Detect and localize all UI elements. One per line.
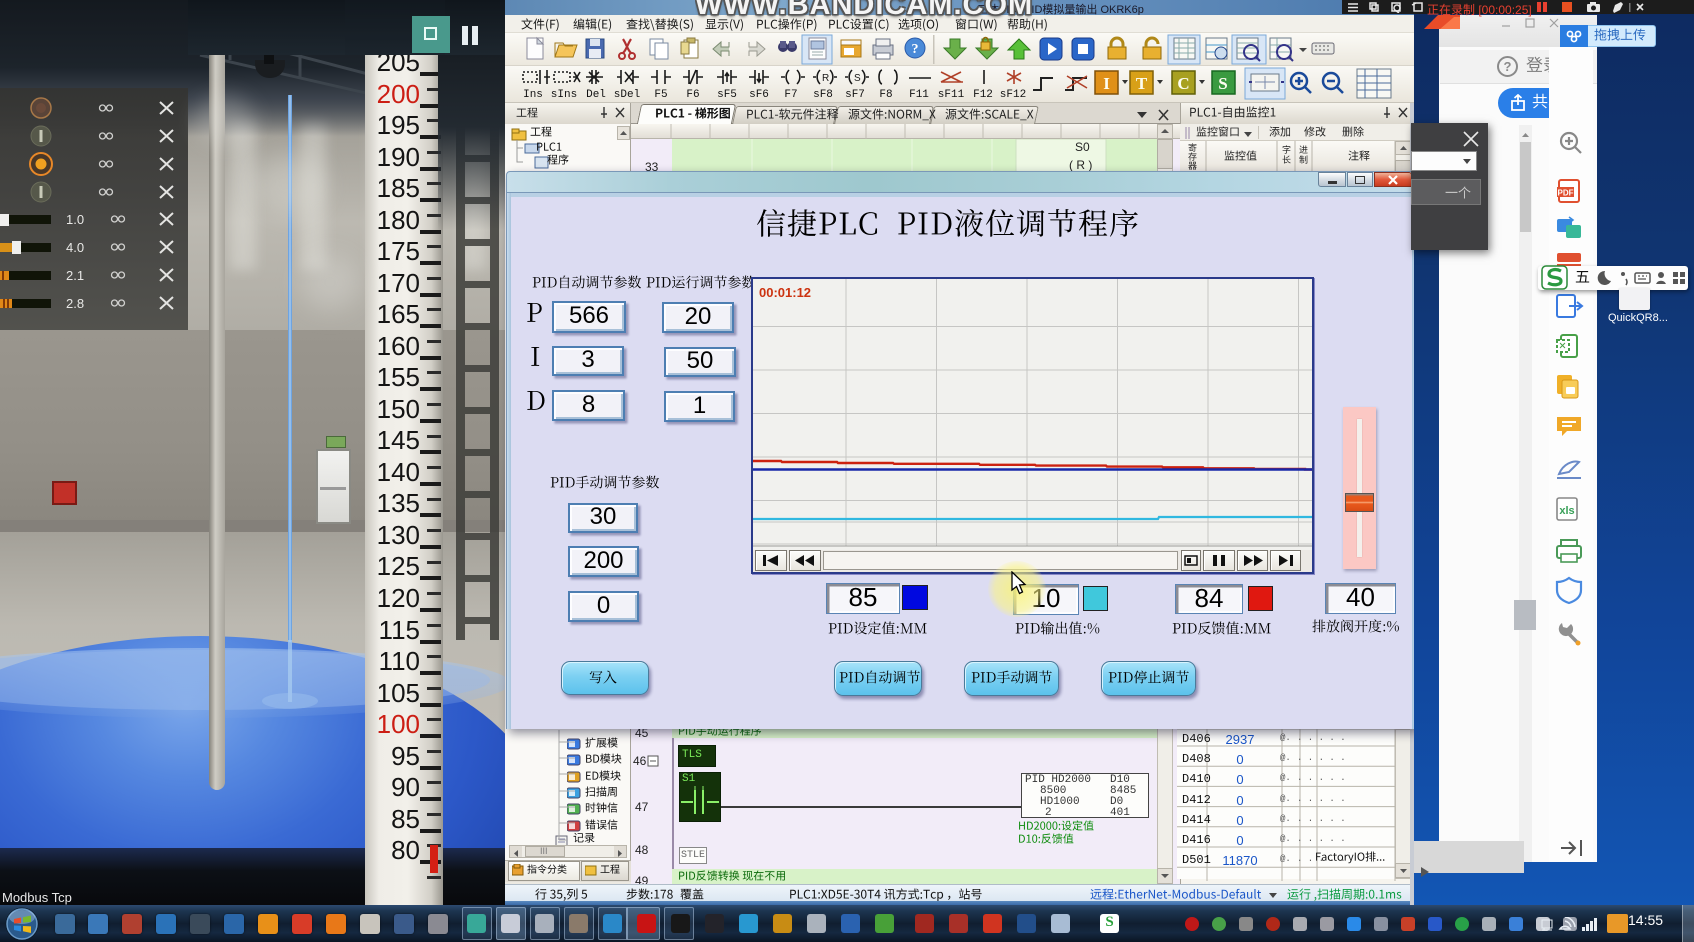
svg-text:F11: F11 [909,89,929,101]
svg-text:S: S [854,73,861,84]
svg-text:F7: F7 [784,89,797,101]
svg-text:T: T [1136,74,1148,93]
svg-text:sDel: sDel [614,89,640,101]
svg-text:?: ? [1504,59,1512,74]
svg-text:Del: Del [586,89,606,101]
svg-text:xls: xls [1559,505,1574,517]
svg-text:sIns: sIns [551,89,577,101]
svg-text:C: C [1177,74,1189,93]
svg-text:I: I [1103,74,1110,93]
svg-text:PDF: PDF [1558,189,1574,198]
svg-text:F8: F8 [879,89,892,101]
svg-text:S: S [1218,74,1227,93]
svg-text:sF12: sF12 [1000,89,1026,101]
svg-text:?: ? [912,42,919,57]
svg-text:sF11: sF11 [938,89,965,101]
svg-text:sF7: sF7 [845,89,865,101]
svg-text:F5: F5 [654,89,667,101]
svg-text:sF8: sF8 [813,89,833,101]
svg-text:F12: F12 [973,89,993,101]
svg-text:sF5: sF5 [717,89,737,101]
svg-text:F6: F6 [686,89,699,101]
svg-text:sF6: sF6 [749,89,769,101]
svg-text:Ins: Ins [523,89,543,101]
svg-text:R: R [822,73,829,84]
